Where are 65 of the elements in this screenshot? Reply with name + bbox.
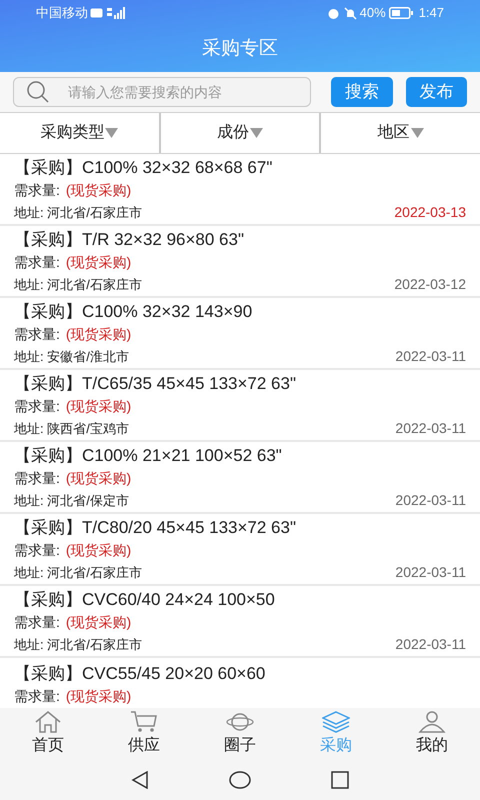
- demand-label: 需求量:: [14, 397, 60, 416]
- listing-title[interactable]: 【采购】C100% 21×21 100×52 63": [14, 443, 282, 469]
- listing-date: 2022-03-11: [395, 346, 466, 366]
- address-text: 地址: 河北省/石家庄市: [14, 636, 142, 654]
- address-text: 地址: 河北省/石家庄市: [14, 204, 142, 222]
- demand-label: 需求量:: [14, 541, 60, 560]
- demand-value: (现货采购): [66, 469, 132, 488]
- dropdown-arrow-icon: [105, 128, 118, 138]
- battery-percent: 40%: [360, 4, 386, 22]
- layers-icon: [322, 710, 350, 732]
- filter-dropdown[interactable]: 成份: [160, 113, 322, 153]
- address-text: 地址: 河北省/石家庄市: [14, 564, 142, 582]
- address-text: 地址: 河北省/保定市: [14, 492, 129, 510]
- demand-label: 需求量:: [14, 686, 60, 706]
- demand-label: 需求量:: [14, 253, 60, 272]
- clock-time: 1:47: [418, 4, 444, 22]
- listing-date: 2022-03-12: [394, 274, 466, 294]
- home-circle-icon[interactable]: [229, 771, 251, 789]
- demand-value: (现货采购): [66, 325, 132, 344]
- demand-label: 需求量:: [14, 469, 60, 488]
- listing-title[interactable]: 【采购】T/C80/20 45×45 133×72 63": [14, 515, 296, 541]
- back-icon[interactable]: [131, 771, 149, 789]
- demand-value: (现货采购): [66, 397, 132, 416]
- page-title: 采购专区: [202, 36, 278, 61]
- dropdown-arrow-icon: [410, 128, 424, 138]
- address-text: 地址: 河北省/石家庄市: [14, 276, 142, 294]
- planet-icon: [226, 710, 254, 732]
- tab-item[interactable]: 我的: [384, 708, 480, 760]
- demand-value: (现货采购): [66, 541, 132, 560]
- tab-item[interactable]: 圈子: [192, 708, 288, 760]
- demand-value: (现货采购): [66, 613, 132, 632]
- listing-date: 2022-03-11: [395, 634, 466, 654]
- signal-icon: [107, 7, 127, 19]
- demand-label: 需求量:: [14, 325, 60, 344]
- recents-icon[interactable]: [331, 771, 349, 789]
- address-text: 地址: 陕西省/宝鸡市: [14, 420, 129, 438]
- listing-title[interactable]: 【采购】C100% 32×32 143×90: [14, 299, 252, 325]
- tab-item[interactable]: 供应: [96, 708, 192, 760]
- listing-date: 2022-03-11: [395, 418, 466, 438]
- address-text: 地址: 安徽省/淮北市: [14, 348, 129, 366]
- listing-date: 2022-03-13: [394, 202, 466, 222]
- demand-value: (现货采购): [66, 181, 132, 200]
- home-icon: [34, 710, 62, 732]
- demand-value: (现货采购): [66, 686, 132, 706]
- filter-dropdown[interactable]: 地区: [321, 113, 480, 153]
- carrier-name: 中国移动: [36, 4, 88, 22]
- listing-title[interactable]: 【采购】C100% 32×32 68×68 67": [14, 155, 272, 181]
- filter-dropdown[interactable]: 采购类型: [0, 113, 161, 153]
- demand-label: 需求量:: [14, 181, 60, 200]
- listing-date: 2022-03-11: [395, 562, 466, 582]
- person-icon: [418, 710, 446, 732]
- demand-label: 需求量:: [14, 613, 60, 632]
- bell-muted-icon: [344, 6, 357, 20]
- demand-value: (现货采购): [66, 253, 132, 272]
- listing-date: 2022-03-11: [395, 490, 466, 510]
- search-field[interactable]: 请输入您需要搜索的内容: [13, 77, 311, 107]
- listing-title[interactable]: 【采购】CVC60/40 24×24 100×50: [14, 587, 275, 613]
- battery-icon: [388, 7, 413, 19]
- listing-title[interactable]: 【采购】CVC55/45 20×20 60×60: [14, 660, 266, 686]
- search-input[interactable]: 请输入您需要搜索的内容: [68, 82, 298, 102]
- cart-icon: [130, 710, 158, 732]
- tab-item[interactable]: 首页: [0, 708, 96, 760]
- listing-title[interactable]: 【采购】T/C65/35 45×45 133×72 63": [14, 371, 296, 397]
- dropdown-arrow-icon: [250, 128, 263, 138]
- listing-title[interactable]: 【采购】T/R 32×32 96×80 63": [14, 227, 244, 253]
